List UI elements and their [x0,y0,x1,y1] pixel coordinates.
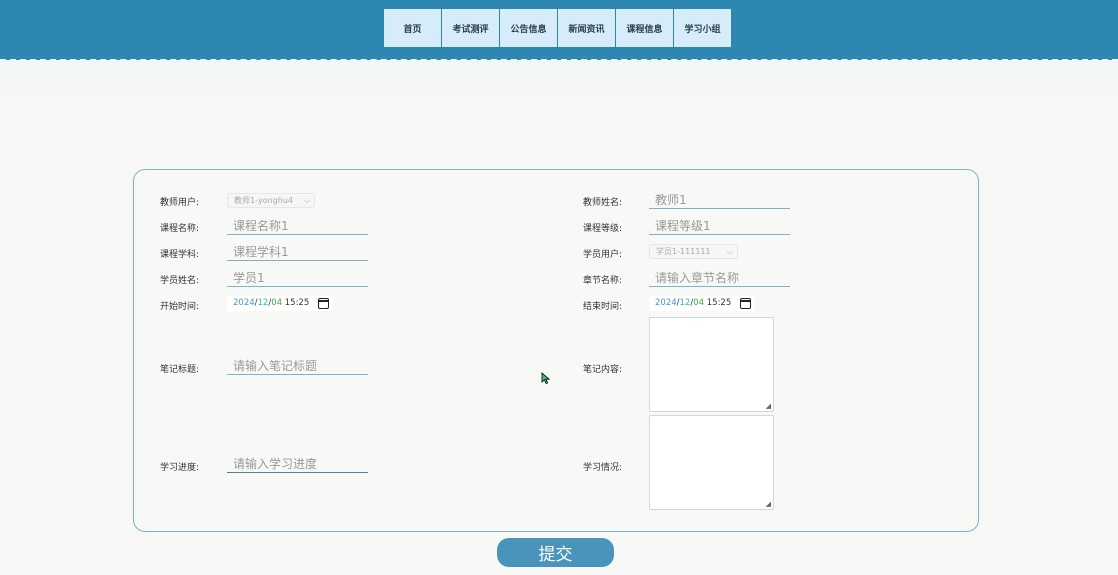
start-year: 2024 [233,298,255,308]
student-name-field[interactable]: 学员1 [227,270,368,287]
note-title-label: 笔记标题: [160,365,200,375]
course-subject-field[interactable]: 课程学科1 [227,244,368,261]
nav-home[interactable]: 首页 [384,9,441,47]
chapter-name-label: 章节名称: [583,276,623,286]
teacher-name-label: 教师姓名: [583,198,623,208]
mouse-cursor-icon [541,372,550,385]
start-time-picker[interactable]: 2024/12/04 15:25 [227,296,333,311]
end-month: 12 [679,298,691,308]
note-content-label: 笔记内容: [583,365,623,375]
student-user-value: 学员1-111111 [656,247,711,256]
course-subject-label: 课程学科: [160,250,200,260]
nav-study-group[interactable]: 学习小组 [674,9,731,47]
nav-course[interactable]: 课程信息 [616,9,673,47]
nav-news[interactable]: 新闻资讯 [558,9,615,47]
start-day: 04 [271,298,283,308]
course-level-field[interactable]: 课程等级1 [649,218,790,235]
situation-label: 学习情况: [583,463,623,473]
nav-exam[interactable]: 考试测评 [442,9,499,47]
progress-label: 学习进度: [160,463,200,473]
teacher-user-select[interactable]: 教师1-yonghu4 ⌵ [227,193,315,208]
student-name-label: 学员姓名: [160,276,200,286]
student-user-select[interactable]: 学员1-111111 ⌵ [649,244,738,259]
end-time-picker[interactable]: 2024/12/04 15:25 [649,296,755,311]
resize-handle-icon[interactable]: ◢ [766,402,771,410]
start-time-label: 开始时间: [160,302,200,312]
course-level-label: 课程等级: [583,224,623,234]
calendar-icon[interactable] [318,298,329,309]
course-name-field[interactable]: 课程名称1 [227,218,368,235]
end-time-label: 结束时间: [583,302,623,312]
chapter-name-field[interactable]: 请输入章节名称 [649,270,790,287]
student-user-label: 学员用户: [583,250,623,260]
teacher-user-label: 教师用户: [160,198,200,208]
header-fade [0,61,1118,97]
teacher-user-value: 教师1-yonghu4 [234,196,293,205]
start-month: 12 [257,298,269,308]
main-nav: 首页 考试测评 公告信息 新闻资讯 课程信息 学习小组 [384,9,731,47]
end-clock: 15:25 [706,298,732,308]
course-name-label: 课程名称: [160,224,200,234]
situation-textarea[interactable]: ◢ [649,415,774,510]
submit-button[interactable]: 提交 [497,538,614,567]
note-content-textarea[interactable]: ◢ [649,317,774,412]
calendar-icon[interactable] [740,298,751,309]
end-year: 2024 [655,298,677,308]
progress-field[interactable]: 请输入学习进度 [227,456,368,473]
note-title-field[interactable]: 请输入笔记标题 [227,358,368,375]
start-clock: 15:25 [284,298,310,308]
teacher-name-field[interactable]: 教师1 [649,192,790,209]
chevron-down-icon: ⌵ [303,196,310,205]
nav-notice[interactable]: 公告信息 [500,9,557,47]
chevron-down-icon: ⌵ [726,247,733,256]
resize-handle-icon[interactable]: ◢ [766,500,771,508]
end-day: 04 [693,298,705,308]
